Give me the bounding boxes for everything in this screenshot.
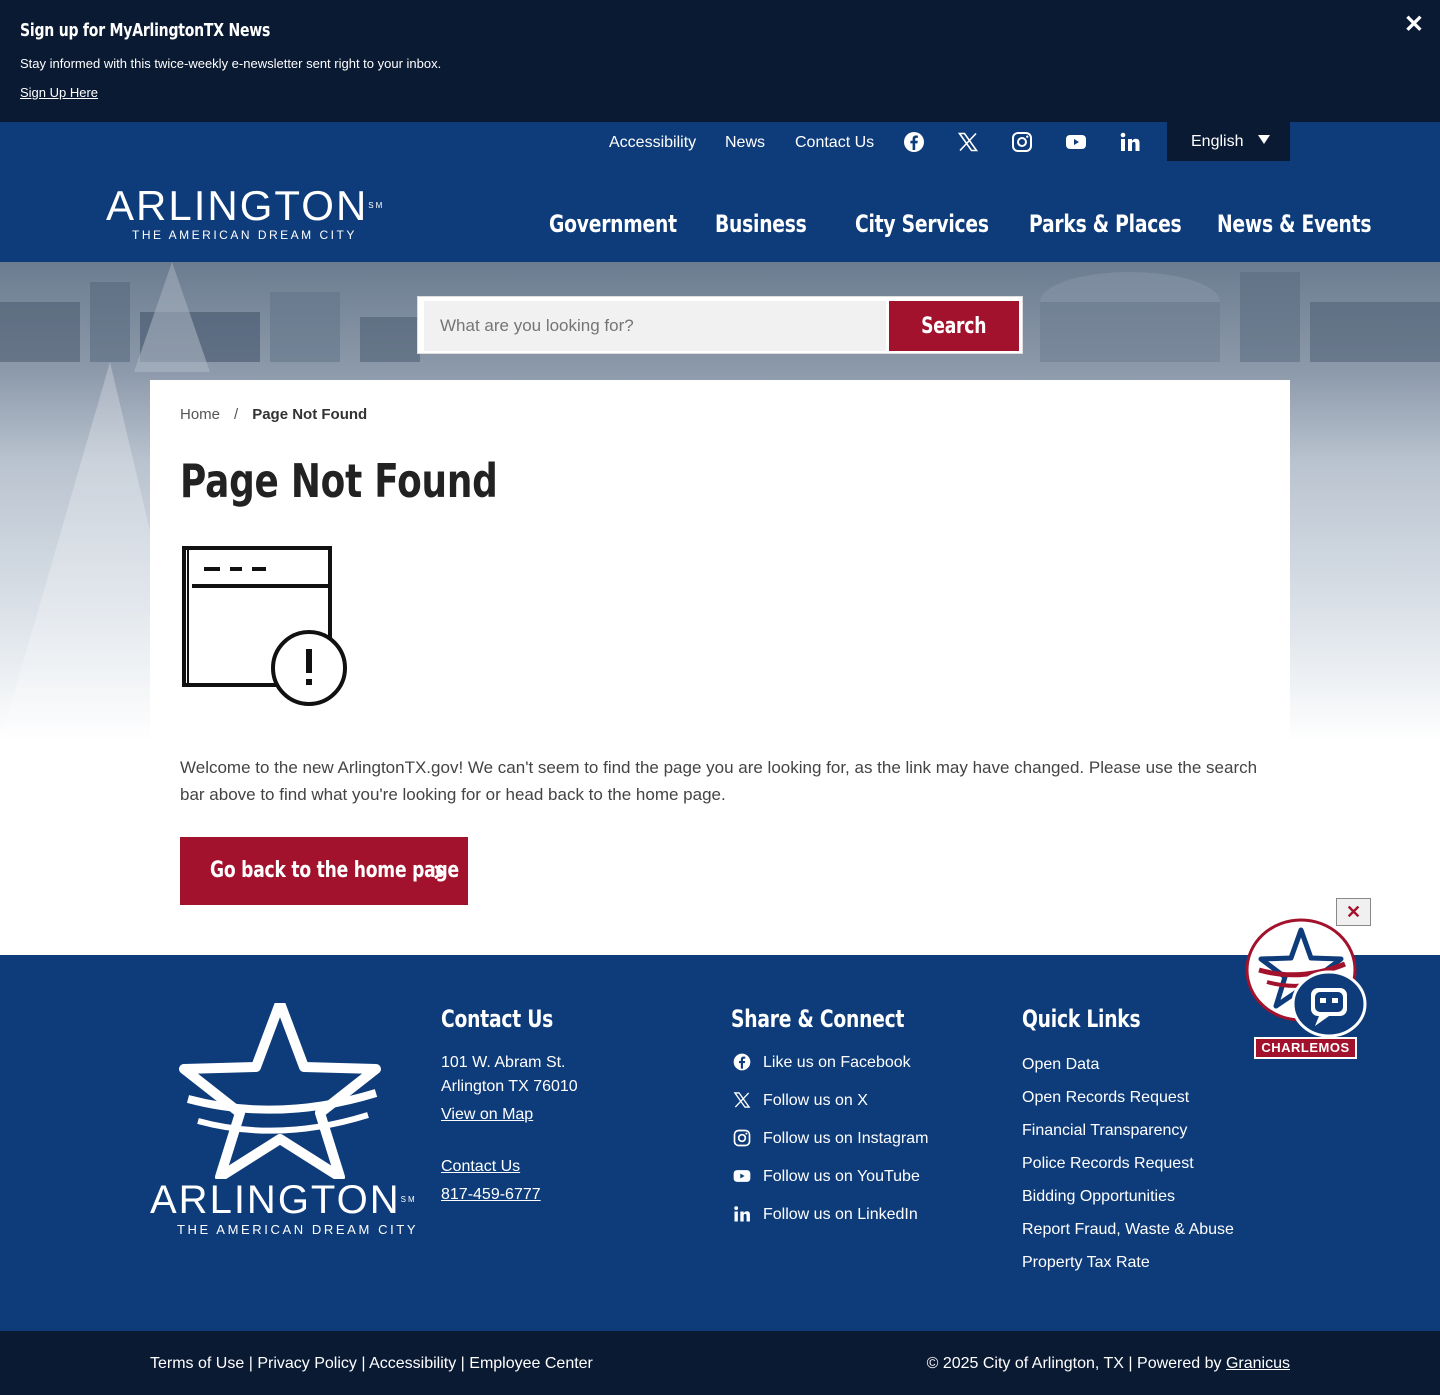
youtube-icon <box>733 1170 751 1182</box>
employee-center-link[interactable]: Employee Center <box>469 1355 593 1372</box>
sub-footer: Terms of Use | Privacy Policy | Accessib… <box>0 1331 1440 1395</box>
quick-link-open-data[interactable]: Open Data <box>1022 1056 1099 1074</box>
legal-separator: | <box>361 1355 366 1372</box>
terms-link[interactable]: Terms of Use <box>150 1355 244 1372</box>
footer-share-title: Share & Connect <box>731 1005 905 1033</box>
search-input[interactable] <box>424 301 886 351</box>
footer-contact-title: Contact Us <box>441 1005 554 1033</box>
footer-linkedin-link[interactable]: Follow us on LinkedIn <box>734 1206 918 1224</box>
instagram-icon <box>733 1129 751 1147</box>
quick-link-police-records[interactable]: Police Records Request <box>1022 1155 1194 1173</box>
privacy-link[interactable]: Privacy Policy <box>257 1355 357 1372</box>
newsletter-banner: Sign up for MyArlingtonTX News Stay info… <box>0 0 1440 122</box>
x-icon[interactable] <box>956 130 980 154</box>
language-label: English <box>1191 133 1244 150</box>
quick-link-financial-transparency[interactable]: Financial Transparency <box>1022 1122 1187 1140</box>
accessibility-link[interactable]: Accessibility <box>369 1355 456 1372</box>
browser-error-icon <box>182 546 347 706</box>
error-message: Welcome to the new ArlingtonTX.gov! We c… <box>180 758 1258 804</box>
nav-government[interactable]: Government <box>549 210 677 238</box>
footer-address-line1: 101 W. Abram St. <box>441 1054 566 1071</box>
site-search: Search <box>417 296 1023 354</box>
logo-wordmark: ARLINGTONSM <box>106 182 385 229</box>
quick-link-report-fraud[interactable]: Report Fraud, Waste & Abuse <box>1022 1221 1234 1239</box>
footer-facebook-link[interactable]: Like us on Facebook <box>733 1053 911 1072</box>
facebook-icon[interactable] <box>902 130 926 154</box>
granicus-link[interactable]: Granicus <box>1226 1355 1290 1372</box>
quick-link-bidding[interactable]: Bidding Opportunities <box>1022 1188 1175 1206</box>
legal-separator: | <box>460 1355 465 1372</box>
language-select[interactable]: English <box>1167 122 1290 161</box>
footer-contact-link[interactable]: Contact Us <box>441 1158 520 1176</box>
chat-widget[interactable]: CHARLEMOS <box>1245 918 1367 1060</box>
caret-down-icon <box>1258 135 1270 144</box>
footer-star-logo <box>179 1003 381 1179</box>
home-button-label: Go back to the home page <box>210 858 459 883</box>
quick-link-open-records[interactable]: Open Records Request <box>1022 1089 1189 1107</box>
banner-close-button[interactable]: ✕ <box>1404 10 1424 39</box>
chatbot-star-icon <box>1245 918 1367 1038</box>
home-page-button[interactable]: Go back to the home page <box>180 837 468 905</box>
legal-links: Terms of Use | Privacy Policy | Accessib… <box>150 1355 593 1373</box>
footer-phone-link[interactable]: 817-459-6777 <box>441 1186 541 1204</box>
linkedin-icon[interactable] <box>1118 130 1142 154</box>
nav-city-services[interactable]: City Services <box>855 210 989 238</box>
site-logo[interactable]: ARLINGTONSM THE AMERICAN DREAM CITY <box>106 182 385 243</box>
chat-label: CHARLEMOS <box>1254 1037 1357 1059</box>
footer-logo[interactable]: ARLINGTONSM THE AMERICAN DREAM CITY <box>150 1178 418 1237</box>
copyright: © 2025 City of Arlington, TX | Powered b… <box>927 1355 1290 1373</box>
search-button[interactable]: Search <box>889 301 1019 351</box>
footer-address-line2: Arlington TX 76010 <box>441 1078 578 1095</box>
nav-parks-places[interactable]: Parks & Places <box>1029 210 1182 238</box>
breadcrumb-separator: / <box>234 406 239 423</box>
facebook-icon <box>733 1053 751 1071</box>
footer-instagram-link[interactable]: Follow us on Instagram <box>733 1129 928 1148</box>
chevron-right-icon <box>434 864 445 880</box>
utility-link-contact[interactable]: Contact Us <box>795 134 874 152</box>
footer-logo-tagline: THE AMERICAN DREAM CITY <box>177 1222 419 1237</box>
footer-x-link[interactable]: Follow us on X <box>733 1092 868 1110</box>
x-icon <box>733 1092 751 1108</box>
breadcrumb-current: Page Not Found <box>252 406 368 423</box>
footer-quick-title: Quick Links <box>1022 1005 1141 1033</box>
banner-title: Sign up for MyArlingtonTX News <box>20 20 271 41</box>
nav-news-events[interactable]: News & Events <box>1217 210 1371 238</box>
footer-logo-wordmark: ARLINGTONSM <box>150 1178 417 1222</box>
linkedin-icon <box>734 1206 750 1222</box>
banner-description: Stay informed with this twice-weekly e-n… <box>20 56 442 71</box>
utility-link-accessibility[interactable]: Accessibility <box>609 134 696 152</box>
footer-map-link[interactable]: View on Map <box>441 1106 533 1124</box>
breadcrumb: Home / Page Not Found <box>180 406 367 423</box>
breadcrumb-home[interactable]: Home <box>180 406 220 423</box>
youtube-icon[interactable] <box>1064 130 1088 154</box>
site-header: Accessibility News Contact Us English AR… <box>0 122 1440 262</box>
footer-youtube-link[interactable]: Follow us on YouTube <box>733 1168 920 1186</box>
logo-tagline: THE AMERICAN DREAM CITY <box>132 228 357 242</box>
copyright-text: © 2025 City of Arlington, TX | Powered b… <box>926 1355 1222 1372</box>
legal-separator: | <box>248 1355 253 1372</box>
utility-link-news[interactable]: News <box>725 134 765 152</box>
page-title: Page Not Found <box>180 454 498 508</box>
quick-link-property-tax[interactable]: Property Tax Rate <box>1022 1254 1150 1272</box>
nav-business[interactable]: Business <box>715 210 807 238</box>
banner-signup-link[interactable]: Sign Up Here <box>20 85 98 100</box>
instagram-icon[interactable] <box>1010 130 1034 154</box>
